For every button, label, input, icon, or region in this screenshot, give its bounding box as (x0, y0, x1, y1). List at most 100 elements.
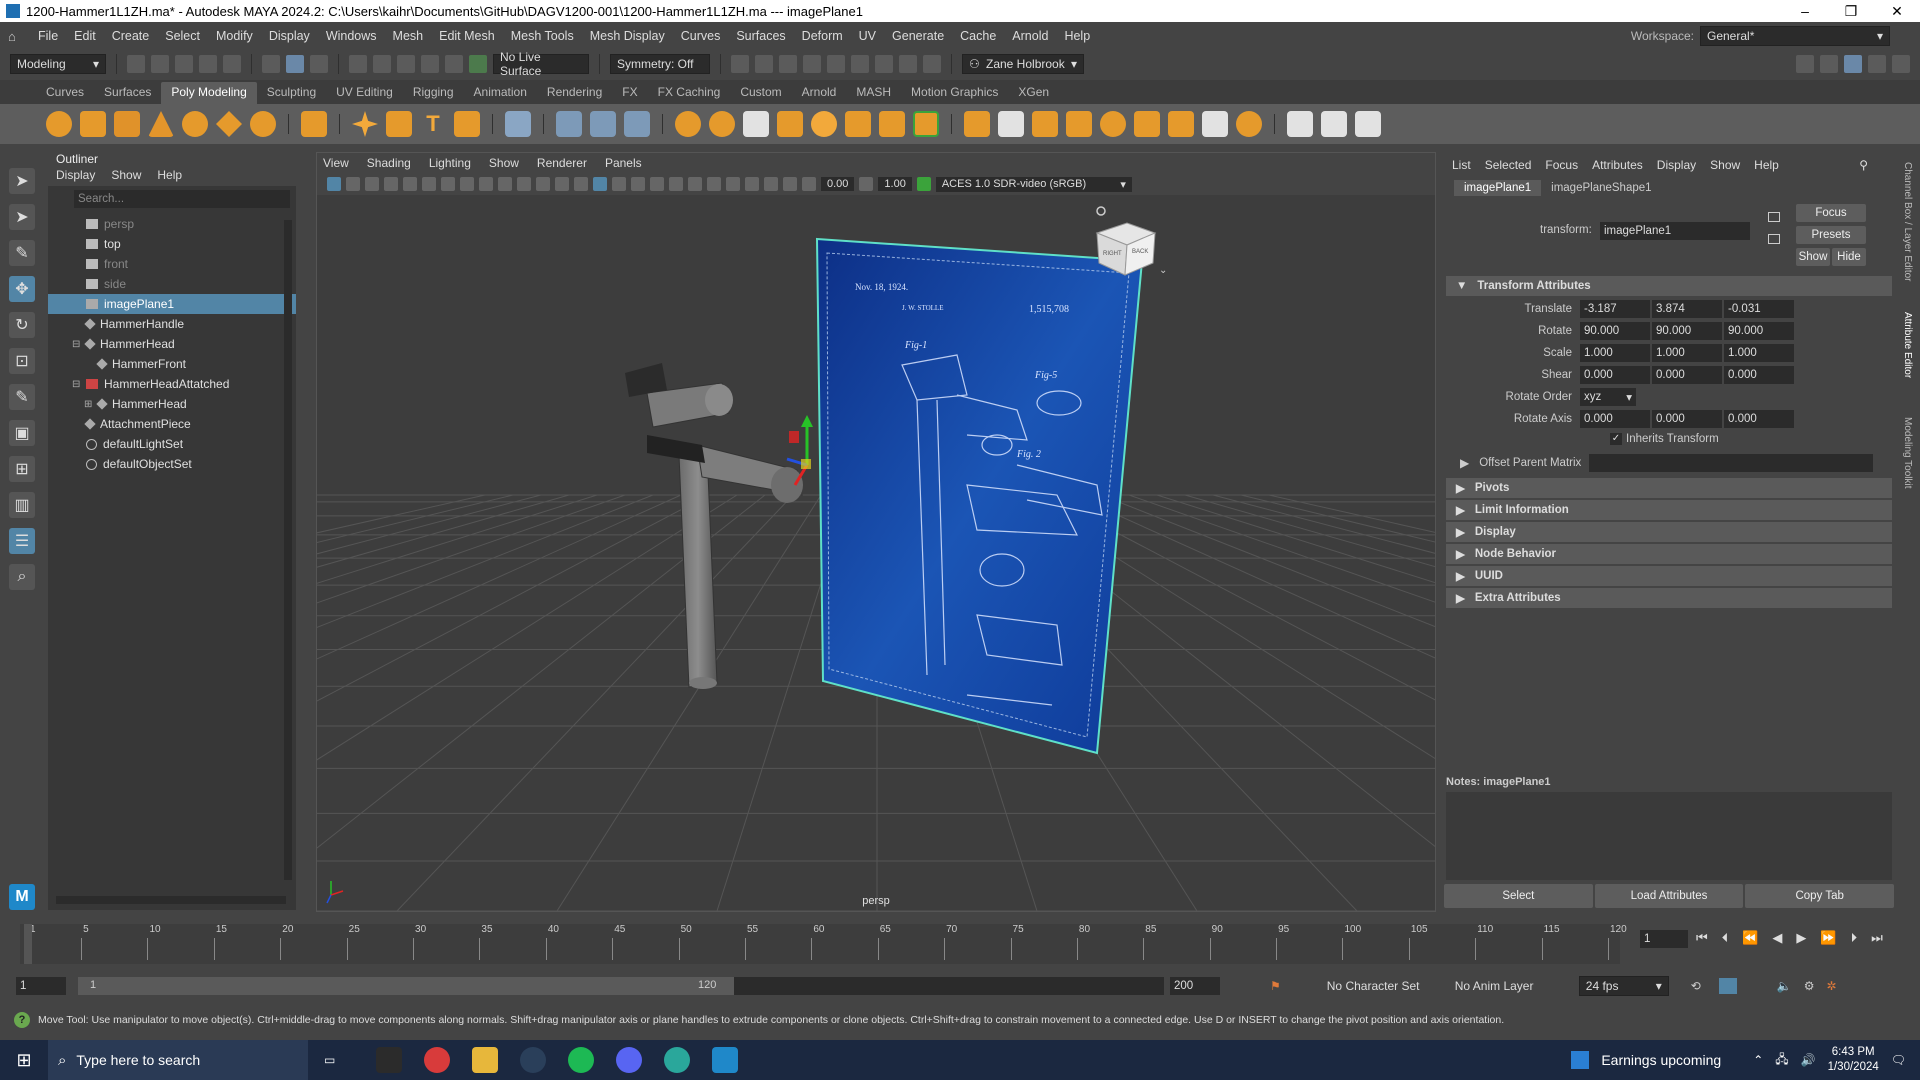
lights-icon[interactable] (650, 177, 664, 191)
snap-point-icon[interactable] (397, 55, 415, 73)
menu-edit-mesh[interactable]: Edit Mesh (431, 29, 503, 43)
render-settings-icon[interactable] (803, 55, 821, 73)
anti-aliasing-icon[interactable] (726, 177, 740, 191)
redo-icon[interactable] (223, 55, 241, 73)
anim-prefs-icon[interactable]: ⚙ (1804, 979, 1815, 993)
close-button[interactable]: ✕ (1874, 3, 1920, 20)
ae-menu-attributes[interactable]: Attributes (1592, 158, 1643, 172)
taskbar-search-input[interactable]: ⌕ Type here to search (48, 1040, 308, 1080)
select-component-icon[interactable] (310, 55, 328, 73)
shelf-tab-custom[interactable]: Custom (730, 82, 791, 104)
new-scene-icon[interactable] (127, 55, 145, 73)
collapse-icon[interactable] (1202, 111, 1228, 137)
viewport-scene[interactable]: Nov. 18, 1924. 1,515,708 J. W. STOLLE Fi… (317, 195, 1435, 911)
step-forward-frame-icon[interactable]: ⏩ (1820, 930, 1836, 946)
move-tool-icon[interactable]: ✥ (9, 276, 35, 302)
focus-button[interactable]: Focus (1796, 204, 1866, 222)
menu-mesh[interactable]: Mesh (385, 29, 432, 43)
exposure-icon[interactable] (802, 177, 816, 191)
search-icon[interactable]: ⌕ (9, 564, 35, 590)
bookmark-icon[interactable] (365, 177, 379, 191)
scale-y-field[interactable]: 1.000 (1652, 344, 1722, 362)
motion-blur-icon[interactable] (707, 177, 721, 191)
current-time-marker[interactable] (24, 924, 32, 964)
poke-icon[interactable] (1168, 111, 1194, 137)
viewport-menu-renderer[interactable]: Renderer (537, 156, 587, 170)
rotate-z-field[interactable]: 90.000 (1724, 322, 1794, 340)
offset-parent-matrix-field[interactable] (1589, 454, 1874, 472)
render-sequence-icon[interactable] (755, 55, 773, 73)
range-slider[interactable]: 1 120 (78, 977, 1164, 995)
bridge-icon[interactable] (998, 111, 1024, 137)
playback-settings-icon[interactable]: ✲ (1827, 979, 1837, 993)
gamma-icon[interactable] (859, 177, 874, 191)
shear-y-field[interactable]: 0.000 (1652, 366, 1722, 384)
step-back-frame-icon[interactable]: ⏪ (1742, 930, 1758, 946)
presets-button[interactable]: Presets (1796, 226, 1866, 244)
current-frame-field[interactable]: 1 (1640, 930, 1688, 948)
ae-menu-help[interactable]: Help (1754, 158, 1779, 172)
go-to-input-icon[interactable] (1768, 212, 1780, 222)
translate-y-field[interactable]: 3.874 (1652, 300, 1722, 318)
camera-select-icon[interactable] (327, 177, 341, 191)
rotate-x-field[interactable]: 90.000 (1580, 322, 1650, 340)
step-forward-key-icon[interactable]: ⏵ (1851, 930, 1858, 946)
extract-icon[interactable] (743, 111, 769, 137)
poly-cube-icon[interactable] (80, 111, 106, 137)
outliner-item[interactable]: defaultObjectSet (48, 454, 296, 474)
wedge-icon[interactable] (1134, 111, 1160, 137)
news-widget-text[interactable]: Earnings upcoming (1601, 1052, 1721, 1068)
anim-layer-dropdown[interactable]: No Anim Layer (1448, 976, 1559, 996)
mode-dropdown[interactable]: Modeling ▾ (10, 54, 106, 74)
paint-select-icon[interactable]: ✎ (9, 240, 35, 266)
minimize-button[interactable]: – (1782, 3, 1828, 20)
snap-view-icon[interactable] (421, 55, 439, 73)
camera-align-icon[interactable] (556, 111, 582, 137)
view-cube[interactable]: RIGHT BACK ⌄ (1095, 206, 1167, 276)
super-shape-icon[interactable] (352, 111, 378, 137)
menu-deform[interactable]: Deform (794, 29, 851, 43)
menu-help[interactable]: Help (1056, 29, 1098, 43)
translate-z-field[interactable]: -0.031 (1724, 300, 1794, 318)
shelf-tab-arnold[interactable]: Arnold (792, 82, 847, 104)
rotate-order-dropdown[interactable]: xyz ▾ (1580, 388, 1636, 406)
snap-curve-icon[interactable] (373, 55, 391, 73)
tool-settings-icon[interactable] (1868, 55, 1886, 73)
outliner-item[interactable]: HammerFront (48, 354, 296, 374)
section-display[interactable]: ▶ Display (1446, 522, 1892, 542)
chevron-down-icon[interactable]: ⌄ (1159, 265, 1167, 276)
character-set-dropdown[interactable]: No Character Set (1320, 976, 1441, 996)
cache-playback-icon[interactable] (1718, 978, 1737, 994)
shelf-tab-surfaces[interactable]: Surfaces (94, 82, 161, 104)
copy-tab-button[interactable]: Copy Tab (1745, 884, 1895, 908)
extrude-icon[interactable] (964, 111, 990, 137)
chevron-up-icon[interactable]: ⌃ (1753, 1053, 1763, 1067)
loop-icon[interactable]: ⟲ (1691, 979, 1701, 993)
time-slider[interactable]: 1 5 10 15 20 25 30 35 40 45 50 55 60 65 70 75 80 85 90 95 10… (0, 918, 1920, 968)
color-management-icon[interactable] (916, 177, 931, 191)
spotify-icon[interactable] (568, 1047, 595, 1073)
viewport-menu-shading[interactable]: Shading (367, 156, 411, 170)
section-node-behavior[interactable]: ▶ Node Behavior (1446, 544, 1892, 564)
center-pivot-icon[interactable] (624, 111, 650, 137)
range-slider-handle[interactable] (78, 977, 734, 995)
side-tab-attribute-editor[interactable]: Attribute Editor (1902, 312, 1913, 378)
pause-icon[interactable] (923, 55, 941, 73)
shelf-tab-rigging[interactable]: Rigging (403, 82, 464, 104)
attribute-editor-icon[interactable] (1844, 55, 1862, 73)
maya-taskbar-icon[interactable] (712, 1047, 739, 1073)
select-button[interactable]: Select (1444, 884, 1593, 908)
maya-home-icon[interactable]: M (9, 884, 35, 910)
outliner-item[interactable]: ⊟ HammerHead (48, 334, 296, 354)
smooth-icon[interactable] (811, 111, 837, 137)
rotate-tool-icon[interactable]: ↻ (9, 312, 35, 338)
notes-textarea[interactable] (1446, 792, 1892, 880)
arnold-render-icon[interactable] (875, 55, 893, 73)
menu-mesh-display[interactable]: Mesh Display (582, 29, 673, 43)
section-uuid[interactable]: ▶ UUID (1446, 566, 1892, 586)
sound-icon[interactable]: 🔈 (1777, 979, 1792, 993)
shelf-tab-curves[interactable]: Curves (36, 82, 94, 104)
menu-modify[interactable]: Modify (208, 29, 261, 43)
shadows-icon[interactable] (669, 177, 683, 191)
outliner-item[interactable]: side (48, 274, 296, 294)
